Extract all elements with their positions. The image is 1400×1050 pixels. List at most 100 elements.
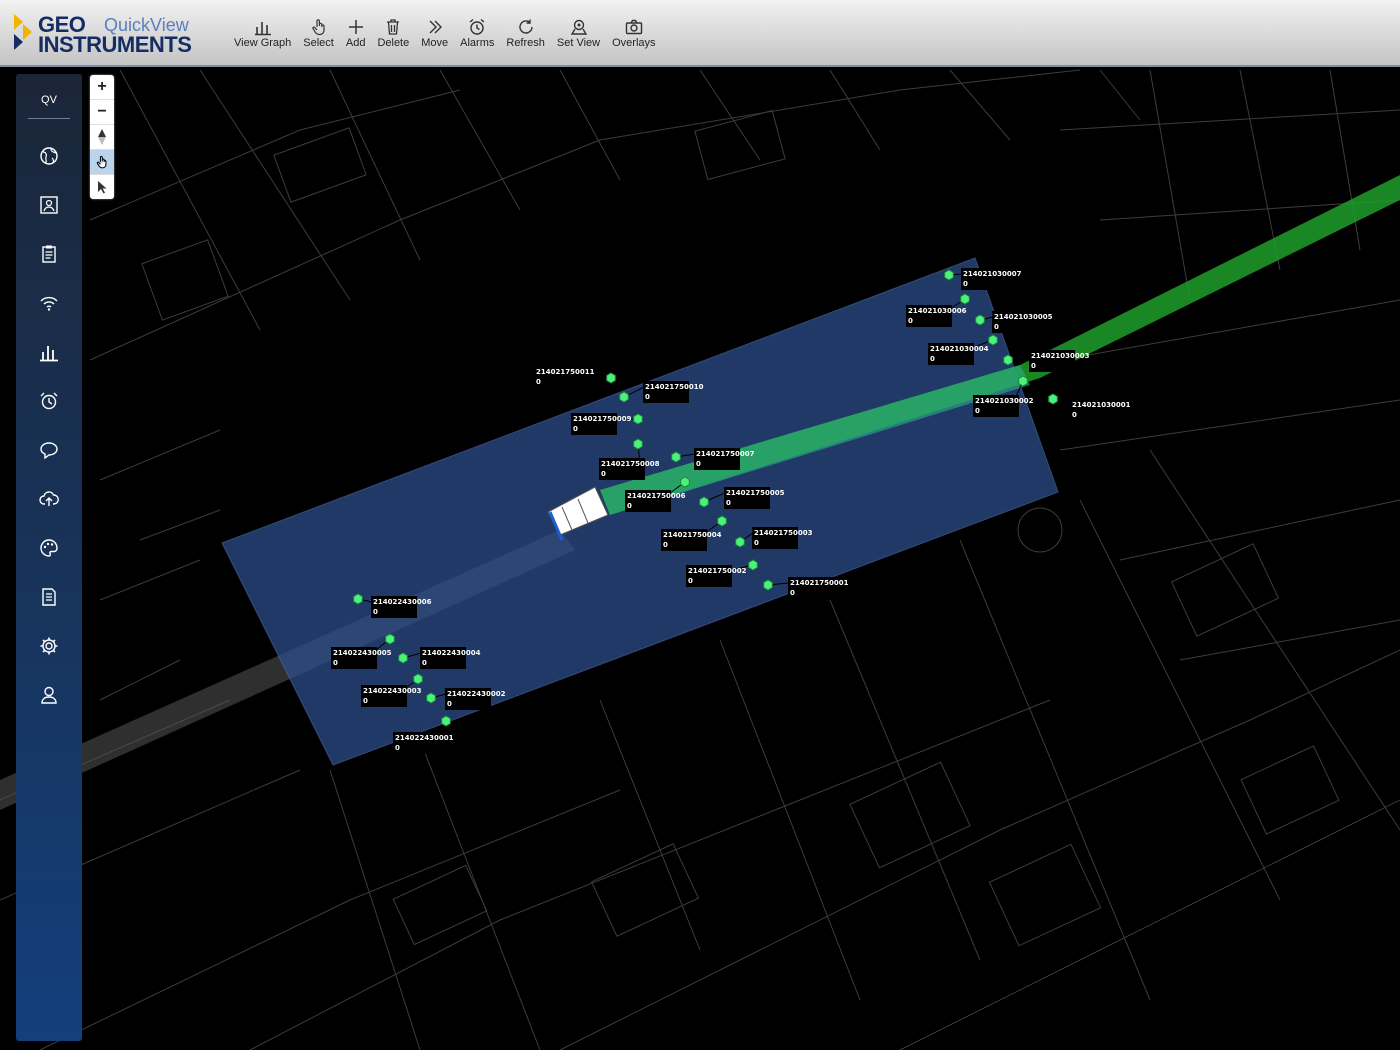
sidebar-item-document[interactable] bbox=[16, 572, 82, 621]
cursor-icon bbox=[98, 181, 107, 194]
sidebar-item-wifi[interactable] bbox=[16, 278, 82, 327]
select-button[interactable]: Select bbox=[297, 18, 340, 49]
sensor-id-label: 214021750011 bbox=[536, 368, 595, 376]
palette-icon bbox=[40, 538, 58, 557]
map-canvas[interactable]: 214021030007 0 214021030006 0 214021030005 0 2… bbox=[0, 67, 1400, 1050]
set-view-button[interactable]: Set View bbox=[551, 18, 606, 49]
pan-tool-button[interactable] bbox=[90, 150, 114, 175]
double-chevron-icon bbox=[429, 20, 442, 34]
sensor-id-label: 214022430001 bbox=[395, 734, 454, 742]
sensor-point-icon[interactable] bbox=[671, 451, 681, 463]
delete-button[interactable]: Delete bbox=[371, 18, 415, 49]
compass-icon bbox=[98, 129, 106, 145]
sensor-value-label: 0 bbox=[726, 499, 731, 507]
sensor-point-icon[interactable] bbox=[748, 559, 758, 571]
sensor-point-icon[interactable] bbox=[633, 438, 643, 450]
sensor-value-label: 0 bbox=[963, 280, 968, 288]
sensor-id-label: 214021750010 bbox=[645, 383, 704, 391]
sensor-point-icon[interactable] bbox=[944, 269, 954, 281]
pointer-tool-button[interactable] bbox=[90, 175, 114, 199]
chat-icon bbox=[40, 441, 58, 459]
toolbar-buttons: View Graph Select Add Delete Move Alarms… bbox=[228, 18, 662, 49]
sidebar-item-clipboard[interactable] bbox=[16, 229, 82, 278]
sensor-id-label: 214021030003 bbox=[1031, 352, 1090, 360]
sensor-point-icon[interactable] bbox=[606, 372, 616, 384]
alarm-clock-icon bbox=[40, 392, 58, 409]
map-pin-icon bbox=[570, 19, 587, 35]
sensor-point-icon[interactable] bbox=[1003, 354, 1013, 366]
document-icon bbox=[42, 587, 56, 606]
sensor-point-icon[interactable] bbox=[398, 652, 408, 664]
move-button[interactable]: Move bbox=[415, 18, 454, 49]
sidebar-item-user[interactable] bbox=[16, 670, 82, 719]
sidebar-item-palette[interactable] bbox=[16, 523, 82, 572]
set-view-label: Set View bbox=[556, 37, 601, 49]
sensor-id-label: 214021750005 bbox=[726, 489, 785, 497]
sidebar-item-globe[interactable] bbox=[16, 131, 82, 180]
overlays-button[interactable]: Overlays bbox=[606, 18, 661, 49]
sensor-point-icon[interactable] bbox=[1018, 375, 1028, 387]
sensor-point-icon[interactable] bbox=[717, 515, 727, 527]
sensor-point-icon[interactable] bbox=[763, 579, 773, 591]
sensor-id-label: 214022430005 bbox=[333, 649, 392, 657]
zoom-out-button[interactable]: − bbox=[90, 100, 114, 125]
compass-button[interactable] bbox=[90, 125, 114, 150]
sensor-point-icon[interactable] bbox=[699, 496, 709, 508]
add-button[interactable]: Add bbox=[340, 18, 372, 49]
sensor-value-label: 0 bbox=[790, 589, 795, 597]
sidebar-item-settings[interactable] bbox=[16, 621, 82, 670]
sensor-value-label: 0 bbox=[447, 700, 452, 708]
sensor-point-icon[interactable] bbox=[1048, 393, 1058, 405]
sensor-id-label: 214021750001 bbox=[790, 579, 849, 587]
sidebar-item-image[interactable] bbox=[16, 180, 82, 229]
map-zoom-controls: + − bbox=[90, 75, 114, 199]
sensor-point-icon[interactable] bbox=[619, 391, 629, 403]
refresh-button[interactable]: Refresh bbox=[500, 18, 551, 49]
sensor-point-icon[interactable] bbox=[426, 692, 436, 704]
clipboard-icon bbox=[42, 245, 56, 263]
view-graph-button[interactable]: View Graph bbox=[228, 18, 297, 49]
refresh-icon bbox=[518, 19, 533, 34]
top-toolbar: GEO QuickView INSTRUMENTS View Graph Sel… bbox=[0, 0, 1400, 67]
sensor-point-icon[interactable] bbox=[413, 673, 423, 685]
refresh-label: Refresh bbox=[506, 37, 545, 49]
sidebar-title[interactable]: QV bbox=[28, 94, 70, 119]
sensor-value-label: 0 bbox=[930, 355, 935, 363]
sensor-point-icon[interactable] bbox=[680, 476, 690, 488]
sidebar-item-chart[interactable] bbox=[16, 327, 82, 376]
sidebar-item-alarms[interactable] bbox=[16, 376, 82, 425]
zoom-in-button[interactable]: + bbox=[90, 75, 114, 100]
sensor-point-icon[interactable] bbox=[960, 293, 970, 305]
alarms-button[interactable]: Alarms bbox=[454, 18, 500, 49]
bar-chart-icon bbox=[254, 22, 271, 36]
cloud-upload-icon bbox=[39, 490, 59, 506]
view-graph-label: View Graph bbox=[234, 37, 292, 49]
geo-instruments-logo: GEO QuickView INSTRUMENTS bbox=[14, 10, 214, 58]
wifi-icon bbox=[40, 296, 58, 311]
image-icon bbox=[40, 195, 58, 214]
sensor-id-label: 214021030004 bbox=[930, 345, 989, 353]
sensor-point-icon[interactable] bbox=[353, 593, 363, 605]
sensor-point-icon[interactable] bbox=[385, 633, 395, 645]
sensor-point-icon[interactable] bbox=[633, 413, 643, 425]
select-label: Select bbox=[303, 37, 334, 49]
sensor-point-icon[interactable] bbox=[988, 334, 998, 346]
sensor-id-label: 214021750008 bbox=[601, 460, 660, 468]
sensor-value-label: 0 bbox=[573, 425, 578, 433]
map-svg[interactable]: 214021030007 0 214021030006 0 214021030005 0 2… bbox=[0, 67, 1400, 1050]
sensor-id-label: 214021030007 bbox=[963, 270, 1022, 278]
bar-chart-icon bbox=[40, 345, 58, 361]
sensor-value-label: 0 bbox=[627, 502, 632, 510]
sensor-value-label: 0 bbox=[536, 378, 541, 386]
sensor-value-label: 0 bbox=[696, 460, 701, 468]
trash-icon bbox=[387, 19, 400, 35]
sensor-point-icon[interactable] bbox=[441, 715, 451, 727]
sensor-point-icon[interactable] bbox=[975, 314, 985, 326]
globe-icon bbox=[40, 146, 58, 165]
delete-label: Delete bbox=[377, 37, 410, 49]
sensor-id-label: 214021750003 bbox=[754, 529, 813, 537]
sidebar-item-chat[interactable] bbox=[16, 425, 82, 474]
sensor-point-icon[interactable] bbox=[735, 536, 745, 548]
sensor-id-label: 214022430003 bbox=[363, 687, 422, 695]
sidebar-item-upload[interactable] bbox=[16, 474, 82, 523]
